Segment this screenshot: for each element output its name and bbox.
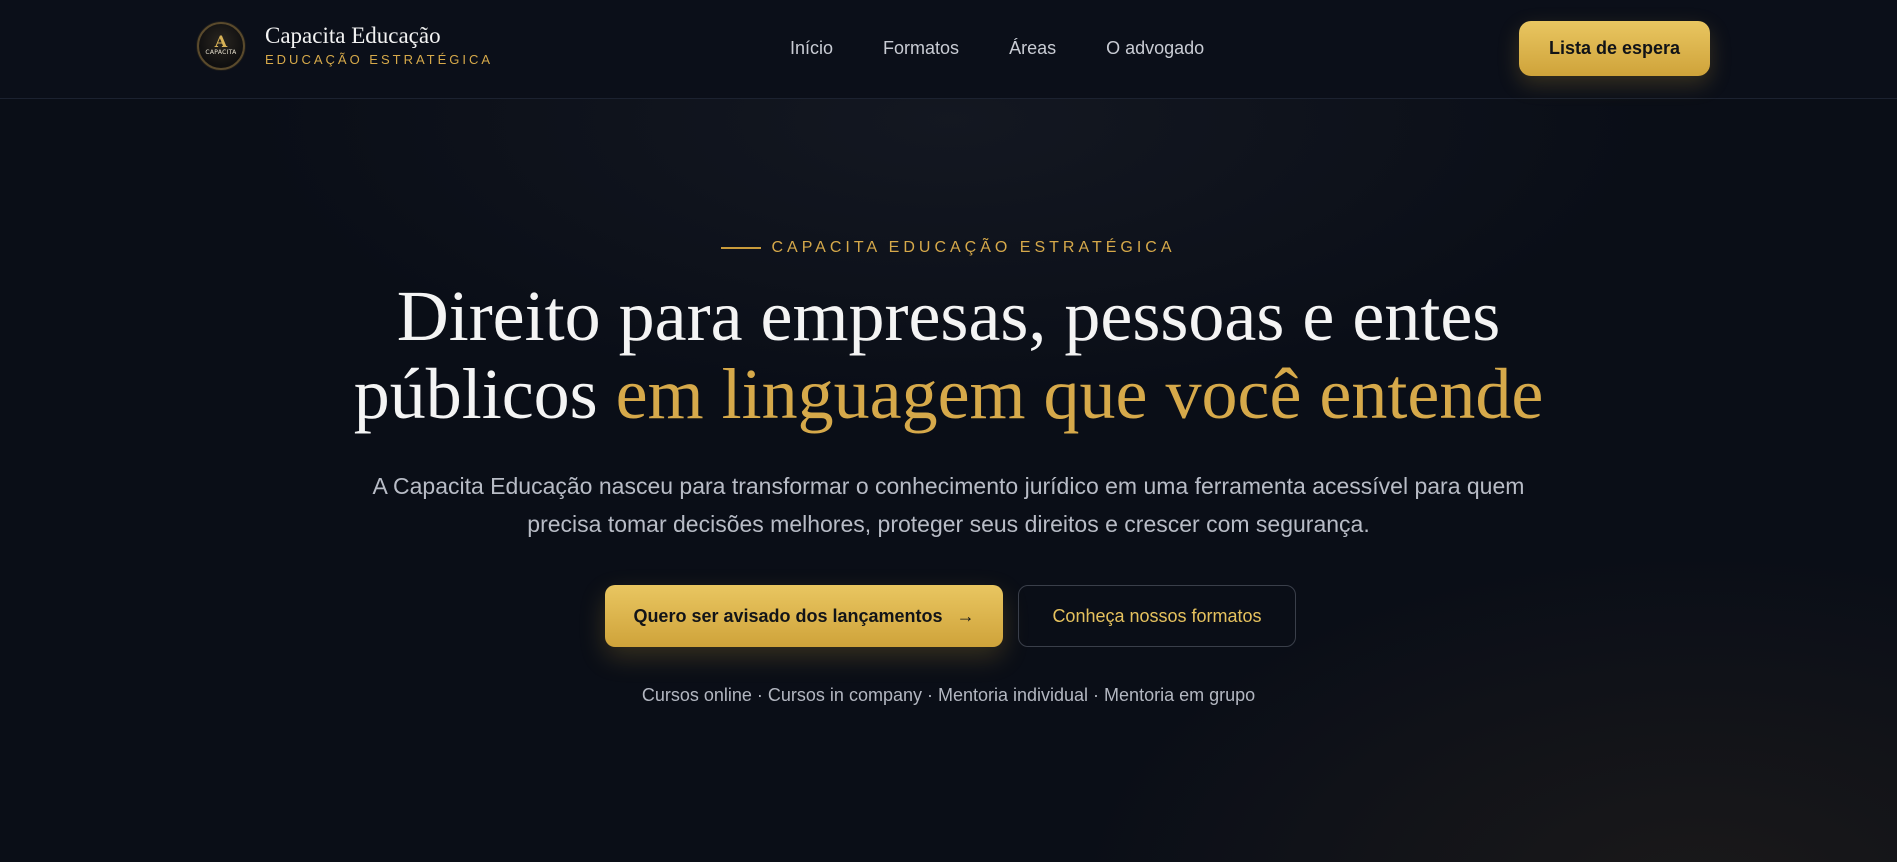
hero-title-line1: Direito para empresas, pessoas e entes bbox=[396, 276, 1501, 356]
logo-small-text: CAPACITA bbox=[205, 49, 237, 56]
site-header: A CAPACITA Capacita Educação EDUCAÇÃO ES… bbox=[0, 0, 1897, 99]
eyebrow-divider bbox=[721, 247, 762, 249]
nav-item-inicio[interactable]: Início bbox=[790, 36, 833, 60]
hero-title: Direito para empresas, pessoas e entes p… bbox=[0, 277, 1897, 433]
logo-icon: A CAPACITA bbox=[197, 22, 245, 70]
notify-launches-button[interactable]: Quero ser avisado dos lançamentos → bbox=[605, 585, 1003, 647]
nav-item-areas[interactable]: Áreas bbox=[1009, 36, 1056, 60]
formats-list: Cursos online · Cursos in company · Ment… bbox=[641, 685, 1256, 705]
hero-title-line2-plain: públicos bbox=[353, 354, 598, 434]
nav-item-o-advogado[interactable]: O advogado bbox=[1106, 36, 1204, 60]
arrow-right-icon: → bbox=[956, 606, 975, 626]
brand-text: Capacita Educação EDUCAÇÃO ESTRATÉGICA bbox=[265, 23, 493, 69]
hero-title-accent: em linguagem que você entende bbox=[615, 354, 1544, 434]
nav-item-formatos[interactable]: Formatos bbox=[883, 36, 959, 60]
hero-eyebrow: CAPACITA EDUCAÇÃO ESTRATÉGICA bbox=[0, 238, 1897, 258]
eyebrow-text: CAPACITA EDUCAÇÃO ESTRATÉGICA bbox=[771, 239, 1176, 256]
formats-button[interactable]: Conheça nossos formatos bbox=[1018, 585, 1296, 647]
main-nav: Início Formatos Áreas O advogado bbox=[790, 36, 1204, 60]
brand-name: Capacita Educação bbox=[265, 23, 441, 48]
brand-tagline: EDUCAÇÃO ESTRATÉGICA bbox=[265, 52, 494, 67]
notify-launches-label: Quero ser avisado dos lançamentos bbox=[633, 605, 943, 626]
logo-mark: A bbox=[214, 32, 228, 51]
brand[interactable]: A CAPACITA Capacita Educação EDUCAÇÃO ES… bbox=[197, 22, 493, 70]
waitlist-button[interactable]: Lista de espera bbox=[1519, 21, 1710, 76]
hero-subtitle: A Capacita Educação nasceu para transfor… bbox=[372, 473, 1525, 537]
